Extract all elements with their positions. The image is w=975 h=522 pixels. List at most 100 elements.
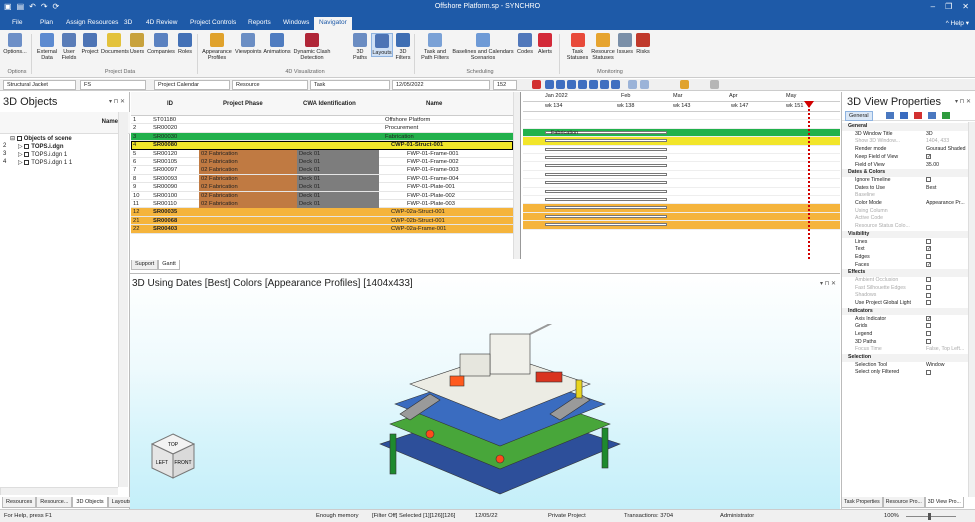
tab-3d-view-properties[interactable]: 3D View Pro... [924, 497, 964, 508]
grid-row[interactable]: 1 ST01180 Offshore Platform [131, 116, 513, 125]
property-value[interactable] [926, 338, 974, 347]
task-statuses-button[interactable]: Task Statuses [565, 33, 590, 61]
property-section[interactable]: Dates & Colors [842, 169, 975, 177]
layouts-button[interactable]: Layouts [371, 33, 393, 57]
menu-3d[interactable]: 3D [124, 19, 132, 26]
tab-resource-2[interactable]: Resource... [36, 497, 73, 508]
horizontal-scrollbar[interactable] [0, 487, 118, 495]
offshore-platform-model[interactable] [340, 324, 640, 510]
property-value[interactable] [926, 300, 974, 308]
menu-4d-review[interactable]: 4D Review [146, 19, 177, 26]
grid-row[interactable]: 4 SR00080 CWP-01-Struct-001 [131, 141, 513, 150]
properties-scrollbar[interactable] [968, 122, 975, 497]
roles-button[interactable]: Roles [176, 33, 194, 55]
grid-scrollbar[interactable] [513, 92, 520, 259]
col-id[interactable]: ID [167, 101, 173, 107]
property-row[interactable]: Shadows [842, 292, 975, 300]
gantt-bar[interactable] [545, 223, 667, 227]
col-cwa[interactable]: CWA Identification [303, 101, 356, 107]
property-row[interactable]: Selection Tool Window [842, 362, 975, 370]
help-menu[interactable]: ^ Help ▾ [946, 19, 969, 27]
play-icon[interactable] [589, 80, 598, 89]
date-picker[interactable]: 12/05/2022 [392, 80, 490, 90]
tree-row[interactable]: 4 ▷ TOPS.i.dgn 1 1 [0, 159, 118, 167]
gantt-bar[interactable] [545, 214, 667, 218]
property-row[interactable]: Field of View 35.00 [842, 162, 975, 170]
tab-resource-properties[interactable]: Resource Pro... [882, 497, 925, 508]
menu-plan[interactable]: Plan [40, 19, 53, 26]
property-value[interactable]: Appearance Pr... [926, 200, 974, 208]
3d-filters-button[interactable]: 3D Filters [394, 33, 412, 61]
task-path-filters-button[interactable]: Task and Path Filters [420, 33, 450, 61]
skip-end-icon[interactable] [611, 80, 620, 89]
gantt-bar[interactable] [545, 189, 667, 193]
property-section[interactable]: Effects [842, 269, 975, 277]
users-button[interactable]: Users [128, 33, 146, 55]
property-value[interactable]: ✓ [926, 261, 974, 270]
grid-row[interactable]: 3 SR00030 Fabrication [131, 132, 513, 142]
property-value[interactable] [926, 277, 974, 285]
gantt-bar[interactable] [545, 147, 667, 151]
property-row[interactable]: Text ✓ [842, 246, 975, 254]
camera-icon[interactable] [710, 80, 719, 89]
grid-row[interactable]: 8 SR00093 02 Fabrication Deck 01 FWP-01-Fram… [131, 174, 513, 184]
property-value[interactable] [926, 331, 974, 339]
grid-row[interactable]: 9 SR00090 02 Fabrication Deck 01 FWP-01-Plat… [131, 183, 513, 192]
fs-select[interactable]: FS [80, 80, 146, 90]
baselines-calendars-button[interactable]: Baselines and Calendars Scenarios [452, 33, 514, 61]
cube-view-icon[interactable] [900, 112, 908, 119]
property-value[interactable]: Gouraud Shaded [926, 146, 974, 154]
skip-start-icon[interactable] [545, 80, 554, 89]
task-select[interactable]: Task [310, 80, 390, 90]
current-date-marker-icon[interactable] [804, 101, 814, 108]
property-row[interactable]: Resource Status Colo... [842, 223, 975, 231]
property-value[interactable] [926, 369, 974, 377]
property-row[interactable]: Color Mode Appearance Pr... [842, 200, 975, 208]
property-value[interactable]: 1404, 433 [926, 138, 974, 146]
tab-resources[interactable]: Resources [2, 497, 37, 508]
gantt-bar[interactable] [545, 156, 667, 159]
property-row[interactable]: Ignore Timeline [842, 177, 975, 185]
step-forward-icon[interactable] [600, 80, 609, 89]
zoom-select[interactable]: 152 [493, 80, 517, 90]
property-row[interactable]: Grids [842, 323, 975, 331]
grid-row[interactable]: 6 SR00105 02 Fabrication Deck 01 FWP-01-Fram… [131, 158, 513, 167]
grid-row[interactable]: 22 SR00403 CWP-02a-Frame-001 [131, 225, 513, 234]
loop-icon[interactable] [628, 80, 637, 89]
gantt-bar[interactable] [545, 139, 667, 143]
3d-paths-button[interactable]: 3D Paths [352, 33, 368, 61]
gantt-bar[interactable] [545, 164, 667, 168]
appearance-profiles-button[interactable]: Appearance Profiles [200, 33, 234, 61]
property-row[interactable]: Ambient Occlusion [842, 277, 975, 285]
light-view-icon[interactable] [942, 112, 950, 119]
grid-row[interactable]: 21 SR00068 CWP-02b-Struct-001 [131, 216, 513, 226]
menu-navigator[interactable]: Navigator [314, 17, 352, 30]
zoom-slider[interactable] [906, 516, 956, 517]
tree-row[interactable]: ⊟ Objects of scene [0, 135, 118, 143]
gantt-bar[interactable] [545, 172, 667, 176]
gantt-bar[interactable] [545, 198, 667, 201]
property-row[interactable]: Axis Indicator ✓ [842, 316, 975, 324]
vertical-scrollbar[interactable] [118, 112, 128, 487]
minimize-icon[interactable]: – [931, 2, 935, 11]
restore-icon[interactable]: ❐ [945, 2, 952, 11]
property-row[interactable]: Select only Filtered [842, 369, 975, 377]
gantt-bar[interactable] [545, 206, 667, 210]
close-icon[interactable]: ✕ [962, 2, 969, 11]
panel-pin-icon[interactable]: ▾ ⊓ ✕ [109, 98, 125, 105]
grid-view-icon[interactable] [886, 112, 894, 119]
col-project-phase[interactable]: Project Phase [223, 101, 263, 107]
property-value[interactable] [926, 292, 974, 300]
play-back-icon[interactable] [567, 80, 576, 89]
codes-button[interactable]: Codes [517, 33, 533, 55]
tab-task-properties[interactable]: Task Properties [841, 497, 883, 508]
property-row[interactable]: Show 3D Window... 1404, 433 [842, 138, 975, 146]
tree-row[interactable]: 2 ▷ TOPS.i.dgn [0, 143, 118, 151]
property-value[interactable]: Window [926, 362, 974, 370]
animations-button[interactable]: Animations [262, 33, 292, 55]
3d-viewport[interactable]: 3D Using Dates [Best] Colors [Appearance… [130, 273, 840, 509]
property-value[interactable] [926, 177, 974, 185]
menu-project-controls[interactable]: Project Controls [190, 19, 236, 26]
companies-button[interactable]: Companies [147, 33, 175, 55]
tab-gantt[interactable]: Gantt [158, 260, 180, 270]
